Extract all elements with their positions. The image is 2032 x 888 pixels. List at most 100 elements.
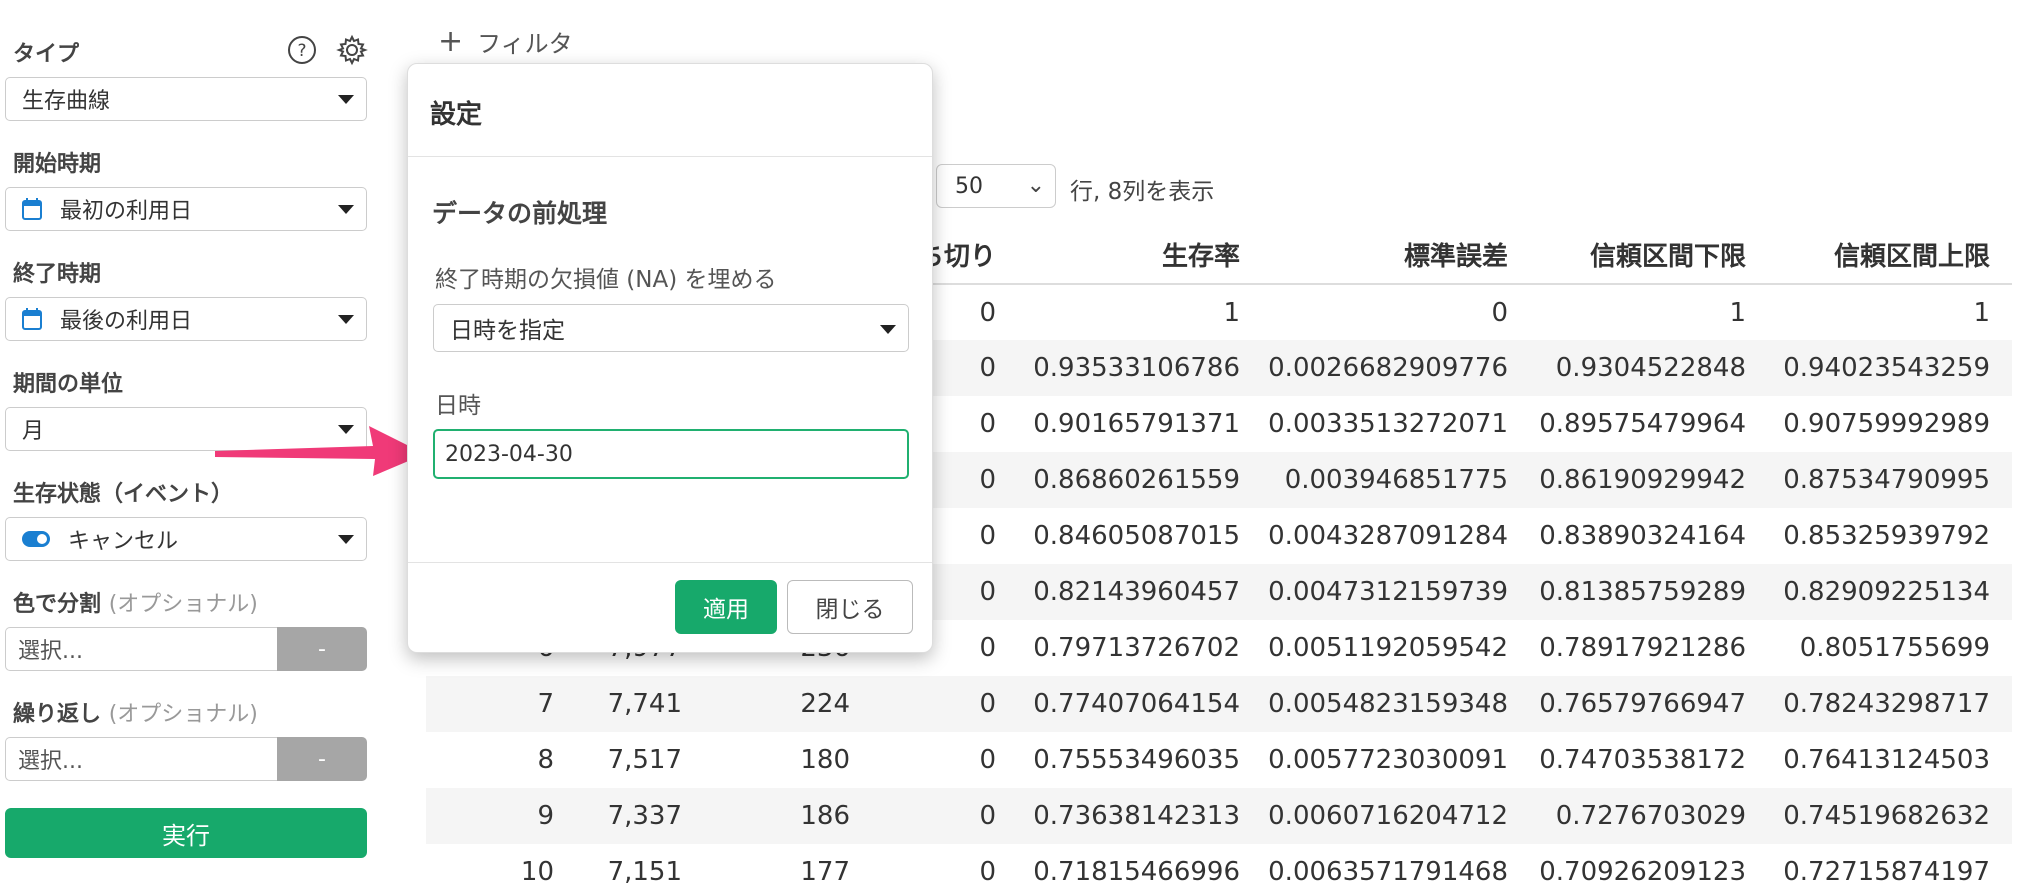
- table-cell: 1: [1223, 297, 1240, 328]
- date-label: 日時: [435, 393, 481, 419]
- event-select[interactable]: キャンセル: [5, 517, 367, 561]
- table-cell: 186: [704, 788, 872, 844]
- table-cell: 0.78917921286: [1539, 633, 1746, 663]
- rows-per-page-value: 50: [955, 173, 983, 199]
- table-cell: 0.87534790995: [1768, 452, 2012, 508]
- table-cell: 0.76413124503: [1783, 745, 1990, 775]
- table-cell: 180: [800, 745, 850, 775]
- caret-down-icon: [338, 95, 354, 104]
- table-cell: 0.81385759289: [1530, 564, 1768, 620]
- end-select[interactable]: 最後の利用日: [5, 297, 367, 341]
- table-cell: 0.7276703029: [1530, 788, 1768, 844]
- caret-down-icon: [338, 535, 354, 544]
- pointer-arrow-icon: [215, 426, 425, 476]
- unit-label: 期間の単位: [13, 372, 124, 397]
- table-cell: 0: [872, 676, 1018, 732]
- color-clear-button[interactable]: -: [277, 627, 367, 671]
- table-cell: 177: [800, 857, 850, 887]
- type-select-value: 生存曲線: [22, 89, 111, 114]
- table-row: 7 7,741 224 0 0.77407064154 0.0054823159348 0.…: [426, 676, 2012, 732]
- close-button[interactable]: 閉じる: [787, 580, 913, 634]
- add-filter-button[interactable]: + フィルタ: [438, 24, 573, 59]
- toggle-icon: [22, 531, 50, 547]
- type-select[interactable]: 生存曲線: [5, 77, 367, 121]
- table-cell: 0.76579766947: [1530, 676, 1768, 732]
- column-header[interactable]: 生存率: [1018, 226, 1262, 285]
- repeat-optional: (オプショナル): [108, 702, 258, 727]
- color-input[interactable]: 選択...: [5, 627, 277, 671]
- table-cell: 224: [704, 676, 872, 732]
- filter-label: フィルタ: [477, 30, 573, 58]
- repeat-label-text: 繰り返し: [13, 702, 102, 727]
- table-cell: 8: [537, 745, 554, 775]
- modal-title: 設定: [430, 100, 483, 130]
- caret-down-icon: [338, 315, 354, 324]
- rows-info-text: 行, 8列を表示: [1070, 179, 1215, 205]
- plus-icon: +: [438, 23, 464, 59]
- preprocess-heading: データの前処理: [432, 199, 608, 228]
- table-cell: 7,337: [576, 788, 704, 844]
- repeat-input[interactable]: 選択...: [5, 737, 277, 781]
- type-label: タイプ: [13, 42, 80, 67]
- table-cell: 0.85325939792: [1783, 521, 1990, 551]
- table-cell: 0.0033513272071: [1268, 409, 1508, 439]
- table-cell: 0.86190929942: [1530, 452, 1768, 508]
- column-header[interactable]: 信頼区間下限: [1530, 226, 1768, 285]
- table-cell: 0.0060716204712: [1262, 788, 1530, 844]
- table-cell: 0.75553496035: [1033, 745, 1240, 775]
- table-cell: 0.79713726702: [1033, 633, 1240, 663]
- table-cell: 0.93533106786: [1018, 340, 1262, 396]
- table-cell: 0.89575479964: [1539, 409, 1746, 439]
- column-header[interactable]: 信頼区間上限: [1768, 226, 2012, 285]
- fill-na-select[interactable]: 日時を指定: [433, 304, 909, 352]
- run-button[interactable]: 実行: [5, 808, 367, 858]
- repeat-clear-button[interactable]: -: [277, 737, 367, 781]
- table-cell: 0.0057723030091: [1268, 745, 1508, 775]
- table-cell: 0.90165791371: [1033, 409, 1240, 439]
- color-combo: 選択... -: [5, 627, 367, 671]
- caret-down-icon: [338, 205, 354, 214]
- table-cell: 0.0026682909776: [1262, 340, 1530, 396]
- table-cell: 0.0043287091284: [1268, 521, 1508, 551]
- fill-na-label: 終了時期の欠損値 (NA) を埋める: [435, 267, 777, 293]
- event-label: 生存状態（イベント）: [13, 482, 234, 507]
- column-header[interactable]: 標準誤差: [1262, 226, 1530, 285]
- table-cell: 0.74519682632: [1768, 788, 2012, 844]
- table-cell: 7,741: [576, 676, 704, 732]
- color-label: 色で分割 (オプショナル): [13, 586, 258, 618]
- divider: [408, 156, 932, 157]
- rows-per-page-select[interactable]: 50 ⌄: [936, 164, 1056, 208]
- table-cell: 0.77407064154: [1018, 676, 1262, 732]
- calendar-icon: [22, 198, 42, 220]
- date-input[interactable]: 2023-04-30: [433, 429, 909, 479]
- table-cell: 0.8051755699: [1799, 633, 1990, 663]
- gear-icon[interactable]: [336, 34, 368, 66]
- divider: [408, 562, 932, 563]
- table-cell: 7: [426, 676, 576, 732]
- end-select-value: 最後の利用日: [60, 309, 193, 334]
- table-cell: 0.84605087015: [1033, 521, 1240, 551]
- table-cell: 0: [979, 745, 996, 775]
- end-label: 終了時期: [13, 262, 102, 287]
- fill-na-select-value: 日時を指定: [450, 318, 565, 344]
- table-cell: 0.71815466996: [1033, 857, 1240, 887]
- unit-select-value: 月: [22, 419, 45, 444]
- table-row: 10 7,151 177 0 0.71815466996 0.0063571791468 0…: [426, 844, 2012, 888]
- svg-text:?: ?: [297, 41, 306, 61]
- event-select-value: キャンセル: [68, 529, 179, 554]
- table-cell: 10: [520, 857, 554, 887]
- apply-button[interactable]: 適用: [675, 580, 777, 634]
- table-cell: 0.82143960457: [1018, 564, 1262, 620]
- table-cell: 0.0054823159348: [1262, 676, 1530, 732]
- table-cell: 0.82909225134: [1768, 564, 2012, 620]
- color-optional: (オプショナル): [108, 592, 258, 617]
- table-cell: 1: [1973, 297, 1990, 328]
- table-cell: 1: [1729, 297, 1746, 328]
- table-row: 9 7,337 186 0 0.73638142313 0.0060716204712 0.…: [426, 788, 2012, 844]
- start-select[interactable]: 最初の利用日: [5, 187, 367, 231]
- help-icon[interactable]: ?: [286, 34, 318, 66]
- table-cell: 0.0063571791468: [1268, 857, 1508, 887]
- caret-down-icon: [880, 325, 896, 334]
- color-label-text: 色で分割: [13, 592, 102, 617]
- table-cell: 9: [426, 788, 576, 844]
